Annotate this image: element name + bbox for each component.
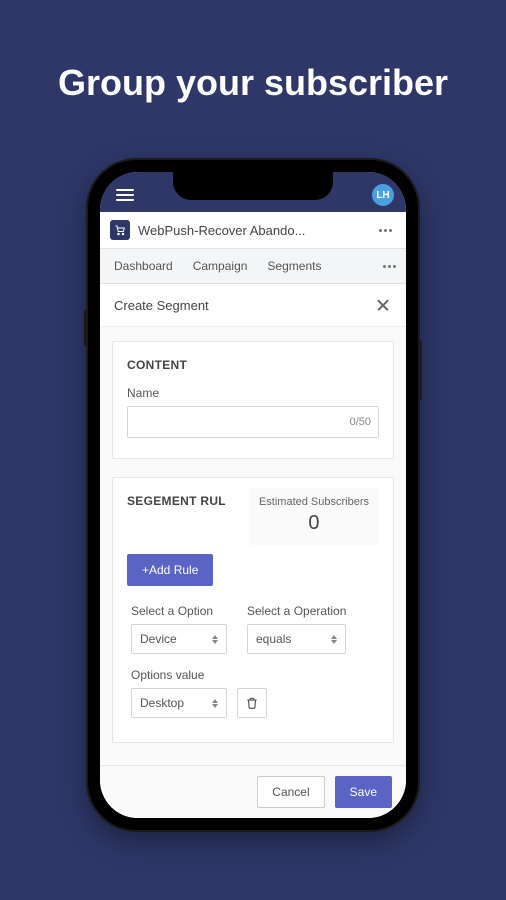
content-area: CONTENT Name 0/50 SEGEMENT RUL Estimated… xyxy=(100,327,406,818)
name-input[interactable] xyxy=(127,406,379,438)
trash-icon xyxy=(245,696,259,710)
name-label: Name xyxy=(127,386,379,400)
tabs: Dashboard Campaign Segments xyxy=(100,249,406,284)
estimated-label: Estimated Subscribers xyxy=(259,496,369,508)
delete-rule-button[interactable] xyxy=(237,688,267,718)
avatar[interactable]: LH xyxy=(372,184,394,206)
app-name: WebPush-Recover Abando... xyxy=(138,223,367,238)
estimated-value: 0 xyxy=(259,512,369,535)
tab-segments[interactable]: Segments xyxy=(259,249,329,283)
content-heading: CONTENT xyxy=(127,358,379,372)
app-title-bar: WebPush-Recover Abando... xyxy=(100,212,406,249)
rule-row: Select a Option Device Select a Operatio… xyxy=(127,604,379,718)
add-rule-button[interactable]: +Add Rule xyxy=(127,554,213,586)
save-button[interactable]: Save xyxy=(335,776,392,808)
operation-value: equals xyxy=(256,632,291,646)
value-select[interactable]: Desktop xyxy=(131,688,227,718)
section-title: Create Segment xyxy=(114,298,209,313)
operation-select[interactable]: equals xyxy=(247,624,346,654)
chevron-updown-icon xyxy=(212,699,218,708)
name-counter: 0/50 xyxy=(350,416,371,428)
close-icon[interactable] xyxy=(374,296,392,314)
phone-notch xyxy=(173,172,333,200)
phone-frame: LH WebPush-Recover Abando... Dashboard C… xyxy=(88,160,418,830)
content-card: CONTENT Name 0/50 xyxy=(112,341,394,459)
section-header: Create Segment xyxy=(100,284,406,327)
estimated-box: Estimated Subscribers 0 xyxy=(249,488,379,545)
operation-label: Select a Operation xyxy=(247,604,346,618)
tabs-more-icon[interactable] xyxy=(379,261,400,272)
cancel-button[interactable]: Cancel xyxy=(257,776,324,808)
chevron-updown-icon xyxy=(212,635,218,644)
option-select[interactable]: Device xyxy=(131,624,227,654)
cart-icon xyxy=(110,220,130,240)
value-value: Desktop xyxy=(140,696,184,710)
chevron-updown-icon xyxy=(331,635,337,644)
page-headline: Group your subscriber xyxy=(0,0,506,104)
menu-icon[interactable] xyxy=(112,185,138,205)
option-value: Device xyxy=(140,632,177,646)
rules-card: SEGEMENT RUL Estimated Subscribers 0 +Ad… xyxy=(112,477,394,743)
footer: Cancel Save xyxy=(100,765,406,818)
phone-screen: LH WebPush-Recover Abando... Dashboard C… xyxy=(100,172,406,818)
tab-dashboard[interactable]: Dashboard xyxy=(106,249,181,283)
tab-campaign[interactable]: Campaign xyxy=(185,249,256,283)
option-label: Select a Option xyxy=(131,604,227,618)
more-icon[interactable] xyxy=(375,225,396,236)
value-label: Options value xyxy=(131,668,267,682)
